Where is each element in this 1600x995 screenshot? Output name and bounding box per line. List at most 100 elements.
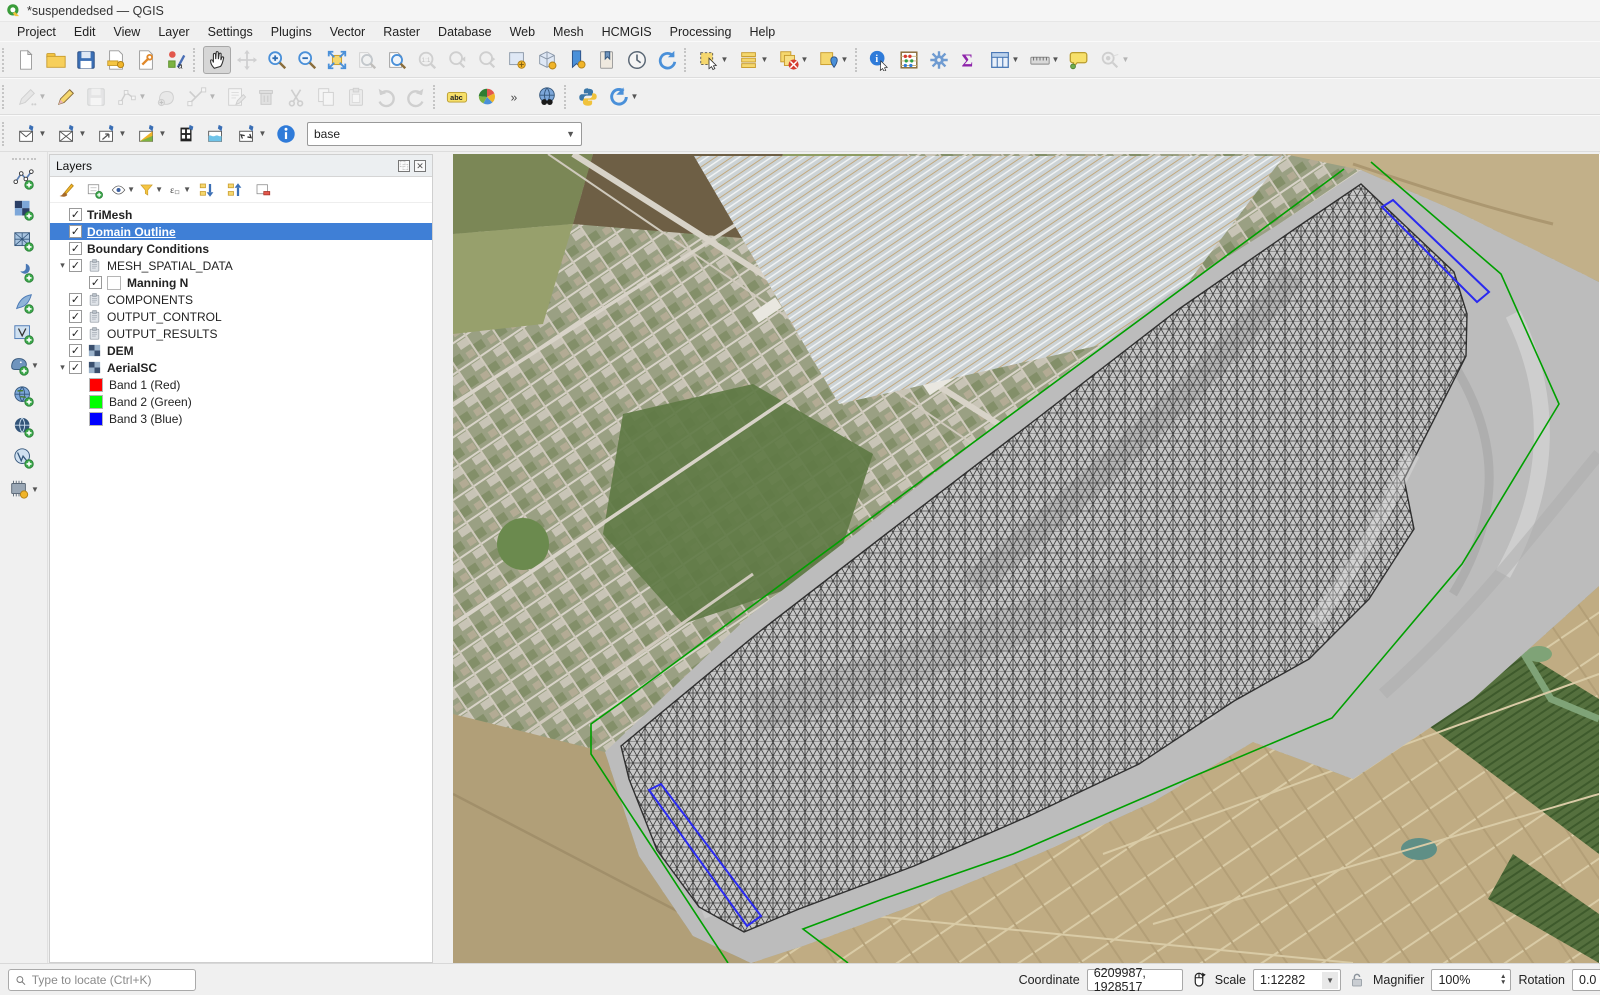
add-wcs-layer-button[interactable] <box>7 412 41 442</box>
remove-layer-button[interactable] <box>251 179 275 201</box>
identify-features-button[interactable] <box>865 46 893 74</box>
pan-map-button[interactable] <box>203 46 231 74</box>
extents-toggle-icon[interactable] <box>1190 971 1208 989</box>
scale-combo[interactable]: 1:12282▼ <box>1253 969 1341 991</box>
add-virtual-layer-button[interactable] <box>7 319 41 349</box>
add-postgis-layer-button[interactable]: ▼ <box>7 350 41 380</box>
expand-all-button[interactable] <box>195 179 219 201</box>
mesh-plugin-export-button[interactable]: ▼ <box>92 120 130 148</box>
chevron-down-icon[interactable]: ▼ <box>79 129 87 138</box>
chevron-down-icon[interactable]: ▼ <box>139 92 147 101</box>
osm-place-search-button[interactable] <box>533 83 561 111</box>
menu-vector[interactable]: Vector <box>321 23 374 41</box>
layer-visibility-checkbox[interactable]: ✓ <box>69 293 82 306</box>
filter-by-expression-button[interactable]: ▼ <box>167 179 191 201</box>
chevron-down-icon[interactable]: ▼ <box>259 129 267 138</box>
layer-visibility-checkbox[interactable]: ✓ <box>69 208 82 221</box>
layer-styling-button[interactable] <box>473 83 501 111</box>
layer-visibility-checkbox[interactable]: ✓ <box>69 259 82 272</box>
menu-view[interactable]: View <box>104 23 149 41</box>
project-new-button[interactable] <box>12 46 40 74</box>
add-wfs-layer-button[interactable] <box>7 443 41 473</box>
locator-input[interactable] <box>32 973 189 987</box>
chevron-down-icon[interactable]: ▼ <box>841 55 849 64</box>
mesh-plugin-close-button[interactable]: ▼ <box>52 120 90 148</box>
manage-map-themes-button[interactable]: ▼ <box>111 179 135 201</box>
chevron-down-icon[interactable]: ▼ <box>39 92 47 101</box>
new-spatial-bookmark-button[interactable] <box>563 46 591 74</box>
chevron-down-icon[interactable]: ▼ <box>155 185 163 194</box>
layer-visibility-checkbox[interactable]: ✓ <box>69 344 82 357</box>
panel-splitter[interactable] <box>433 152 453 963</box>
menu-mesh[interactable]: Mesh <box>544 23 593 41</box>
layer-visibility-checkbox[interactable]: ✓ <box>69 361 82 374</box>
layer-item-manning-n[interactable]: ✓Manning N <box>50 274 432 291</box>
add-vector-layer-button[interactable] <box>7 164 41 194</box>
zoom-out-button[interactable] <box>293 46 321 74</box>
python-console-button[interactable] <box>574 83 602 111</box>
add-raster-layer-button[interactable] <box>7 195 41 225</box>
layer-item-band-2-green-[interactable]: Band 2 (Green) <box>50 393 432 410</box>
chevron-down-icon[interactable]: ▼ <box>1012 55 1020 64</box>
processing-history-button[interactable]: ▼ <box>604 83 642 111</box>
layer-item-boundary-conditions[interactable]: ✓Boundary Conditions <box>50 240 432 257</box>
chevron-down-icon[interactable]: ▼ <box>761 55 769 64</box>
open-layer-styling-button[interactable] <box>55 179 79 201</box>
menu-raster[interactable]: Raster <box>374 23 429 41</box>
mesh-plugin-load-button[interactable]: ▼ <box>12 120 50 148</box>
layer-item-domain-outline[interactable]: ✓Domain Outline <box>50 223 432 240</box>
layers-panel-header[interactable]: Layers ⿻ ✕ <box>50 155 432 177</box>
add-delimited-text-layer-button[interactable] <box>7 257 41 287</box>
layer-visibility-checkbox[interactable]: ✓ <box>69 327 82 340</box>
select-features-by-value-button[interactable]: ▼ <box>734 46 772 74</box>
measure-button[interactable]: ▼ <box>1025 46 1063 74</box>
spinner-arrows-icon[interactable]: ▲▼ <box>1500 974 1506 986</box>
add-group-button[interactable] <box>83 179 107 201</box>
layer-labeling-button[interactable] <box>443 83 471 111</box>
show-layout-manager-button[interactable] <box>132 46 160 74</box>
add-mesh-layer-button[interactable] <box>7 226 41 256</box>
rotation-field[interactable]: 0.0 <box>1572 969 1600 991</box>
panel-close-icon[interactable]: ✕ <box>414 160 426 172</box>
menu-database[interactable]: Database <box>429 23 501 41</box>
processing-toolbox-button[interactable] <box>925 46 953 74</box>
temporal-controller-button[interactable] <box>623 46 651 74</box>
project-open-button[interactable] <box>42 46 70 74</box>
menu-project[interactable]: Project <box>8 23 65 41</box>
chevron-down-icon[interactable]: ▼ <box>209 92 217 101</box>
metasearch-button[interactable]: ▼ <box>7 474 41 504</box>
new-print-layout-button[interactable] <box>102 46 130 74</box>
chevron-down-icon[interactable]: ▼ <box>39 129 47 138</box>
project-save-button[interactable] <box>72 46 100 74</box>
mesh-plugin-styles-button[interactable]: ▼ <box>132 120 170 148</box>
mesh-plugin-about-button[interactable] <box>272 120 300 148</box>
zoom-in-button[interactable] <box>263 46 291 74</box>
toggle-editing-button[interactable] <box>52 83 80 111</box>
chevron-down-icon[interactable]: ▼ <box>119 129 127 138</box>
map-tips-button[interactable] <box>1065 46 1093 74</box>
statistical-summary-button[interactable] <box>955 46 983 74</box>
locator-bar[interactable] <box>8 969 196 991</box>
layer-item-components[interactable]: ✓COMPONENTS <box>50 291 432 308</box>
layer-item-trimesh[interactable]: ✓TriMesh <box>50 206 432 223</box>
menu-settings[interactable]: Settings <box>199 23 262 41</box>
new-3d-map-view-button[interactable] <box>533 46 561 74</box>
select-by-location-button[interactable]: ▼ <box>814 46 852 74</box>
new-map-view-button[interactable] <box>503 46 531 74</box>
layer-item-band-1-red-[interactable]: Band 1 (Red) <box>50 376 432 393</box>
chevron-down-icon[interactable]: ▼ <box>31 361 39 370</box>
coordinate-field[interactable]: 6209987, 1928517 <box>1087 969 1183 991</box>
layer-item-output-results[interactable]: ✓OUTPUT_RESULTS <box>50 325 432 342</box>
magnifier-spinbox[interactable]: 100%▲▼ <box>1431 969 1511 991</box>
add-spatialite-layer-button[interactable] <box>7 288 41 318</box>
layer-item-output-control[interactable]: ✓OUTPUT_CONTROL <box>50 308 432 325</box>
show-bookmarks-button[interactable] <box>593 46 621 74</box>
lock-scale-icon[interactable] <box>1348 971 1366 989</box>
chevron-down-icon[interactable]: ▼ <box>159 129 167 138</box>
select-features-button[interactable]: ▼ <box>694 46 732 74</box>
mesh-plugin-flood-button[interactable] <box>202 120 230 148</box>
chevron-down-icon[interactable]: ▼ <box>183 185 191 194</box>
zoom-full-button[interactable] <box>323 46 351 74</box>
toolbar-overflow-button[interactable] <box>503 83 531 111</box>
layer-item-dem[interactable]: ✓DEM <box>50 342 432 359</box>
